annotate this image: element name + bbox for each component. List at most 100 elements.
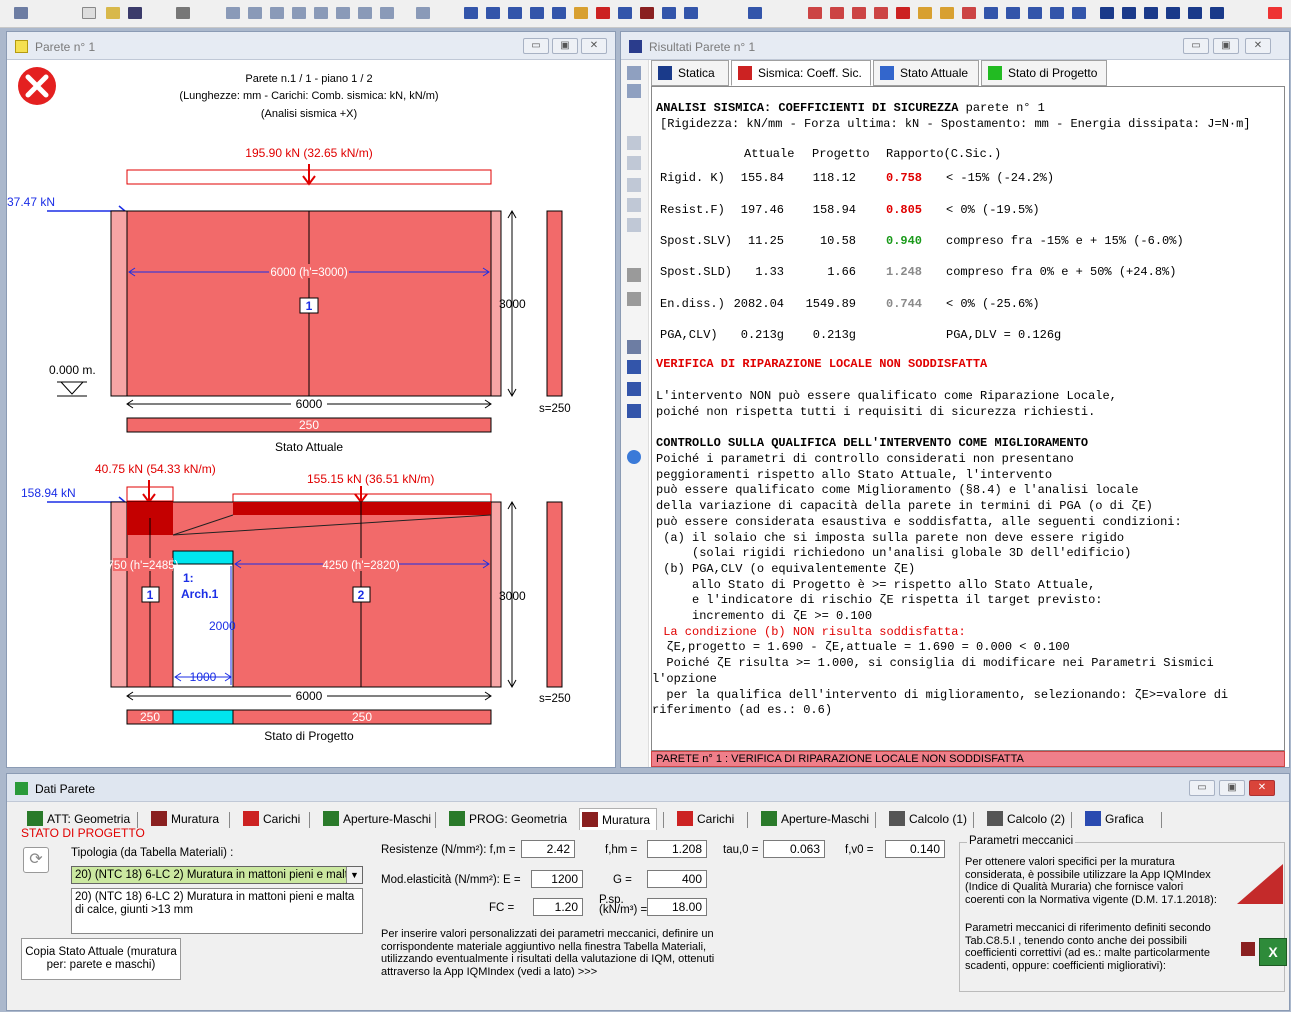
tool4-icon[interactable]	[627, 198, 641, 212]
chart6-icon[interactable]	[918, 7, 932, 19]
layout5-icon[interactable]	[1188, 7, 1202, 19]
chart13-icon[interactable]	[1072, 7, 1086, 19]
copy-attuale-button[interactable]: Copia Stato Attuale (muratura per: paret…	[21, 938, 181, 980]
tab-stato-attuale[interactable]: Stato Attuale	[873, 60, 979, 86]
first-icon[interactable]	[464, 7, 478, 19]
chart4-icon[interactable]	[874, 7, 888, 19]
tree-icon[interactable]	[14, 7, 28, 19]
chart10-icon[interactable]	[1006, 7, 1020, 19]
edit-icon[interactable]	[748, 7, 762, 19]
structure-icon[interactable]	[596, 7, 610, 19]
pan-icon[interactable]	[336, 7, 350, 19]
fhm-field[interactable]: 1.208	[647, 840, 707, 858]
rotate-icon[interactable]	[358, 7, 372, 19]
minimize-button[interactable]: ▭	[523, 38, 549, 54]
tool2-icon[interactable]	[627, 156, 641, 170]
refresh-icon[interactable]	[627, 450, 641, 464]
tab-att-muratura[interactable]: Muratura	[149, 808, 219, 830]
zoom-in-icon[interactable]	[248, 7, 262, 19]
layout6-icon[interactable]	[1210, 7, 1224, 19]
tab-statica[interactable]: Statica	[651, 60, 729, 86]
print-icon[interactable]	[176, 7, 190, 19]
tipologia-select[interactable]: 20) (NTC 18) 6-LC 2) Muratura in mattoni…	[71, 866, 363, 884]
undo-icon[interactable]	[552, 7, 566, 19]
next-icon[interactable]	[508, 7, 522, 19]
tab-prog-geometria[interactable]: PROG: Geometria	[447, 808, 567, 830]
tab-calcolo1[interactable]: Calcolo (1)	[887, 808, 967, 830]
progetto-width: 6000	[296, 689, 323, 703]
tool5-icon[interactable]	[627, 218, 641, 232]
measure-icon[interactable]	[380, 7, 394, 19]
layout2-icon[interactable]	[1122, 7, 1136, 19]
copy-icon[interactable]	[627, 340, 641, 354]
tab-att-carichi[interactable]: Carichi	[241, 808, 300, 830]
tab-grafica[interactable]: Grafica	[1083, 808, 1144, 830]
move-icon[interactable]	[416, 7, 430, 19]
tool1-icon[interactable]	[627, 136, 641, 150]
zoom-out-icon[interactable]	[270, 7, 284, 19]
zoom-all-icon[interactable]	[314, 7, 328, 19]
delete-row-icon[interactable]	[627, 84, 641, 98]
new-file-icon[interactable]	[82, 7, 96, 19]
chart7-icon[interactable]	[940, 7, 954, 19]
error-icon[interactable]	[18, 67, 56, 105]
save-icon[interactable]	[128, 7, 142, 19]
maximize-button[interactable]: ▣	[1213, 38, 1239, 54]
tab-prog-carichi[interactable]: Carichi	[675, 808, 734, 830]
close-button[interactable]: ✕	[1245, 38, 1271, 54]
para3-line: l'opzione	[652, 671, 717, 686]
tab-prog-aperture[interactable]: Aperture-Maschi	[759, 808, 869, 830]
chart1-icon[interactable]	[808, 7, 822, 19]
zoom-icon[interactable]	[226, 7, 240, 19]
chart11-icon[interactable]	[1028, 7, 1042, 19]
tab-prog-muratura[interactable]: Muratura	[579, 808, 658, 830]
font-plus-icon[interactable]	[627, 360, 641, 374]
chart3-icon[interactable]	[852, 7, 866, 19]
refresh-button[interactable]: ⟳	[23, 847, 49, 873]
insert-row-icon[interactable]	[627, 66, 641, 80]
table-icon[interactable]	[684, 7, 698, 19]
font-italic-icon[interactable]	[627, 404, 641, 418]
grid-icon[interactable]	[618, 7, 632, 19]
wall-icon[interactable]	[640, 7, 654, 19]
tab-stato-progetto[interactable]: Stato di Progetto	[981, 60, 1107, 86]
fm-field[interactable]: 2.42	[521, 840, 575, 858]
minimize-button[interactable]: ▭	[1189, 780, 1215, 796]
fv0-field[interactable]: 0.140	[885, 840, 945, 858]
minimize-button[interactable]: ▭	[1183, 38, 1209, 54]
home-icon[interactable]	[574, 7, 588, 19]
layout4-icon[interactable]	[1166, 7, 1180, 19]
pdf-icon[interactable]	[1268, 7, 1282, 19]
gray-box1-icon[interactable]	[627, 268, 641, 282]
prev-icon[interactable]	[486, 7, 500, 19]
chart12-icon[interactable]	[1050, 7, 1064, 19]
chevron-down-icon[interactable]: ▼	[346, 867, 362, 883]
tab-sismica[interactable]: Sismica: Coeff. Sic.	[731, 60, 871, 86]
font-minus-icon[interactable]	[627, 382, 641, 396]
tab-att-aperture[interactable]: Aperture-Maschi	[321, 808, 431, 830]
chart2-icon[interactable]	[830, 7, 844, 19]
tau-field[interactable]: 0.063	[763, 840, 825, 858]
chart8-icon[interactable]	[962, 7, 976, 19]
E-field[interactable]: 1200	[531, 870, 583, 888]
layout1-icon[interactable]	[1100, 7, 1114, 19]
FC-field[interactable]: 1.20	[533, 898, 583, 916]
chart5-icon[interactable]	[896, 7, 910, 19]
tool3-icon[interactable]	[627, 178, 641, 192]
gray-box2-icon[interactable]	[627, 292, 641, 306]
zoom-window-icon[interactable]	[292, 7, 306, 19]
last-icon[interactable]	[530, 7, 544, 19]
layout3-icon[interactable]	[1144, 7, 1158, 19]
frame-icon[interactable]	[662, 7, 676, 19]
chart9-icon[interactable]	[984, 7, 998, 19]
maximize-button[interactable]: ▣	[1219, 780, 1245, 796]
G-field[interactable]: 400	[647, 870, 707, 888]
close-button[interactable]: ✕	[581, 38, 607, 54]
tab-calcolo2[interactable]: Calcolo (2)	[985, 808, 1065, 830]
brick-table-icon[interactable]	[1241, 942, 1255, 956]
psp-field[interactable]: 18.00	[647, 898, 707, 916]
close-button[interactable]: ✕	[1249, 780, 1275, 796]
open-folder-icon[interactable]	[106, 7, 120, 19]
excel-icon[interactable]: X	[1259, 938, 1287, 966]
maximize-button[interactable]: ▣	[552, 38, 578, 54]
